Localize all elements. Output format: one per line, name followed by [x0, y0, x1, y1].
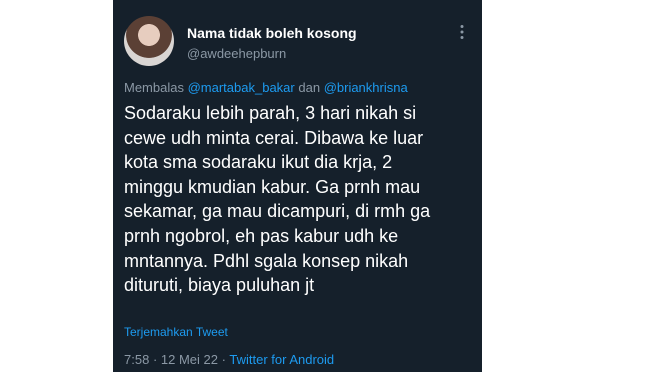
tweet-text-line: sekamar, ga mau dicampuri, di rmh ga: [124, 201, 431, 222]
tweet-text: Sodaraku lebih parah, 3 hari nikah si ce…: [124, 101, 469, 298]
mention-link[interactable]: @martabak_bakar: [188, 80, 295, 95]
tweet-text-line: kota sma sodaraku ikut dia krja, 2: [124, 152, 393, 173]
tweet-card: Nama tidak boleh kosong @awdeehepburn Me…: [113, 0, 482, 372]
tweet-meta: 7:58 · 12 Mei 22 · Twitter for Android: [124, 352, 334, 367]
user-handle[interactable]: @awdeehepburn: [187, 46, 286, 61]
mention-link[interactable]: @briankhrisna: [324, 80, 408, 95]
meta-separator: ·: [152, 352, 158, 367]
meta-separator: ·: [221, 352, 226, 367]
translate-tweet-link[interactable]: Terjemahkan Tweet: [124, 325, 228, 339]
tweet-text-line: cewe udh minta cerai. Dibawa ke luar: [124, 127, 424, 148]
tweet-text-line: minggu kmudian kabur. Ga prnh mau: [124, 176, 421, 197]
avatar[interactable]: [124, 16, 174, 66]
tweet-time[interactable]: 7:58: [124, 352, 149, 367]
more-vertical-icon[interactable]: [456, 23, 468, 41]
tweet-text-line: prnh ngobrol, eh pas kabur udh ke: [124, 225, 399, 246]
reply-context: Membalas @martabak_bakar dan @briankhris…: [124, 80, 408, 95]
tweet-date[interactable]: 12 Mei 22: [161, 352, 218, 367]
reply-joiner: dan: [298, 80, 321, 95]
tweet-text-line: dituruti, biaya puluhan jt: [124, 275, 315, 296]
tweet-text-line: Sodaraku lebih parah, 3 hari nikah si: [124, 103, 417, 123]
tweet-text-line: mntannya. Pdhl sgala konsep nikah: [124, 250, 409, 271]
reply-prefix: Membalas: [124, 80, 184, 95]
tweet-source-link[interactable]: Twitter for Android: [229, 352, 334, 367]
display-name[interactable]: Nama tidak boleh kosong: [187, 25, 357, 41]
